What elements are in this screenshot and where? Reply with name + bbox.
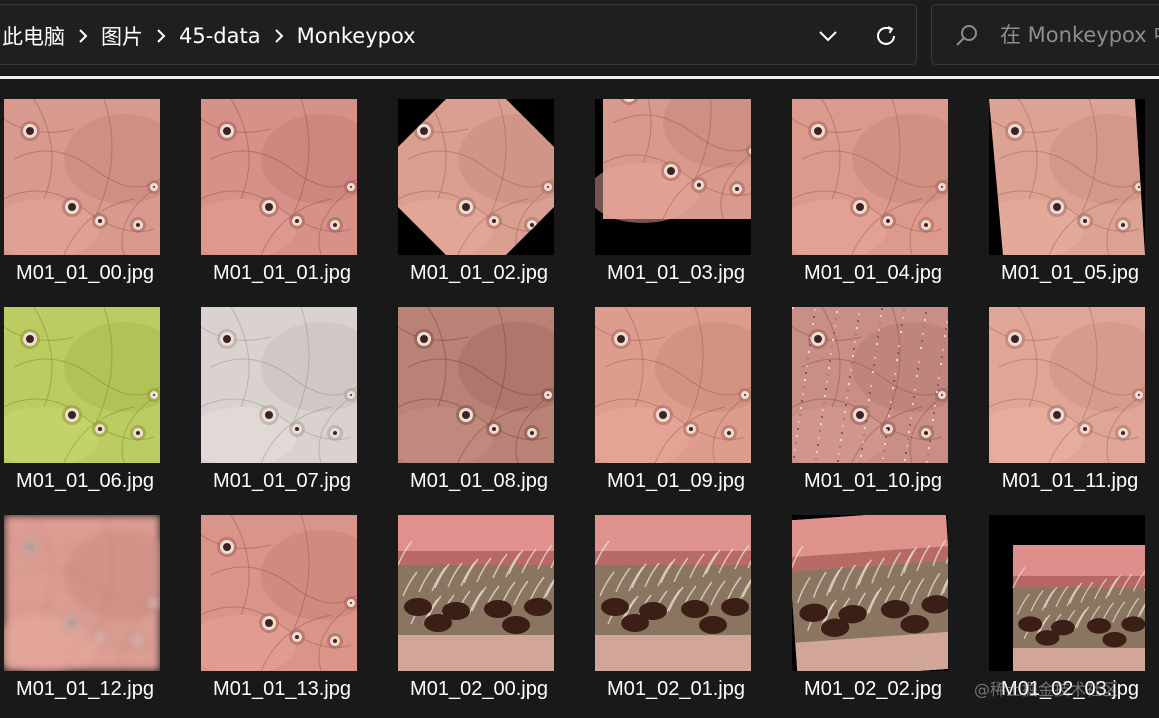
address-toolbar: 此电脑 图片 45-data Monkeypox [0,0,1159,72]
file-thumbnail [201,99,357,255]
file-thumbnail [398,99,554,255]
file-thumbnail [989,515,1145,671]
chevron-down-icon [819,31,837,42]
file-thumbnail [595,515,751,671]
chevron-right-icon[interactable] [71,28,95,43]
file-item[interactable]: M01_01_03.jpg [591,79,761,284]
file-item[interactable]: M01_02_02.jpg [788,495,958,700]
refresh-icon [877,26,895,45]
file-grid: M01_01_00.jpg M01_01_01.jpg M01_01_02.jpg M… [0,79,1159,718]
file-item[interactable]: M01_01_04.jpg [788,79,958,284]
file-thumbnail [595,99,751,255]
file-thumbnail [398,307,554,463]
file-thumbnail [4,515,160,671]
file-name: M01_01_08.jpg [410,470,548,492]
file-thumbnail [989,307,1145,463]
watermark-text: @稀土掘金技术社区 [974,680,1119,699]
search-input[interactable] [1000,17,1159,53]
chevron-right-icon[interactable] [267,28,291,43]
file-item[interactable]: M01_01_12.jpg [0,495,170,700]
file-name: M01_01_07.jpg [213,470,351,492]
file-thumbnail [398,515,554,671]
file-item[interactable]: M01_01_10.jpg [788,287,958,492]
file-name: M01_02_02.jpg [804,678,942,700]
file-name: M01_01_02.jpg [410,262,548,284]
file-item[interactable]: M01_02_00.jpg [394,495,564,700]
file-thumbnail [4,99,160,255]
file-item[interactable]: M01_01_11.jpg [985,287,1155,492]
breadcrumb-monkeypox[interactable]: Monkeypox [291,24,422,48]
file-name: M01_02_01.jpg [607,678,745,700]
file-name: M01_01_13.jpg [213,678,351,700]
file-item[interactable]: M01_01_09.jpg [591,287,761,492]
file-thumbnail [201,307,357,463]
search-icon [954,23,980,49]
file-thumbnail [792,307,948,463]
file-item[interactable]: M01_01_08.jpg [394,287,564,492]
file-name: M01_01_10.jpg [804,470,942,492]
file-thumbnail [792,515,948,671]
file-item[interactable]: M01_01_07.jpg [197,287,367,492]
file-item[interactable]: M01_01_13.jpg [197,495,367,700]
file-item[interactable]: M01_01_06.jpg [0,287,170,492]
search-box[interactable] [931,4,1159,65]
file-name: M01_01_04.jpg [804,262,942,284]
file-thumbnail [595,307,751,463]
breadcrumb-this-pc[interactable]: 此电脑 [0,21,71,51]
file-item[interactable]: M01_01_02.jpg [394,79,564,284]
history-dropdown-button[interactable] [808,17,848,55]
file-thumbnail [989,99,1145,255]
file-item[interactable]: M01_01_01.jpg [197,79,367,284]
file-name: M01_01_12.jpg [16,678,154,700]
file-thumbnail [4,307,160,463]
file-item[interactable]: M01_02_03.jpg [985,495,1155,700]
file-name: M01_01_00.jpg [16,262,154,284]
address-bar[interactable]: 此电脑 图片 45-data Monkeypox [0,4,917,65]
file-item[interactable]: M01_01_05.jpg [985,79,1155,284]
file-name: M01_01_01.jpg [213,262,351,284]
file-item[interactable]: M01_01_00.jpg [0,79,170,284]
chevron-right-icon[interactable] [149,28,173,43]
file-name: M01_01_06.jpg [16,470,154,492]
file-name: M01_01_05.jpg [1001,262,1139,284]
file-thumbnail [792,99,948,255]
file-name: M01_01_03.jpg [607,262,745,284]
file-name: M01_01_11.jpg [1001,470,1139,492]
breadcrumb: 此电脑 图片 45-data Monkeypox [0,5,422,66]
file-name: M01_02_00.jpg [410,678,548,700]
breadcrumb-pictures[interactable]: 图片 [95,21,149,51]
breadcrumb-45-data[interactable]: 45-data [173,24,267,48]
refresh-button[interactable] [866,17,906,55]
file-name: M01_01_09.jpg [607,470,745,492]
file-thumbnail [201,515,357,671]
file-item[interactable]: M01_02_01.jpg [591,495,761,700]
